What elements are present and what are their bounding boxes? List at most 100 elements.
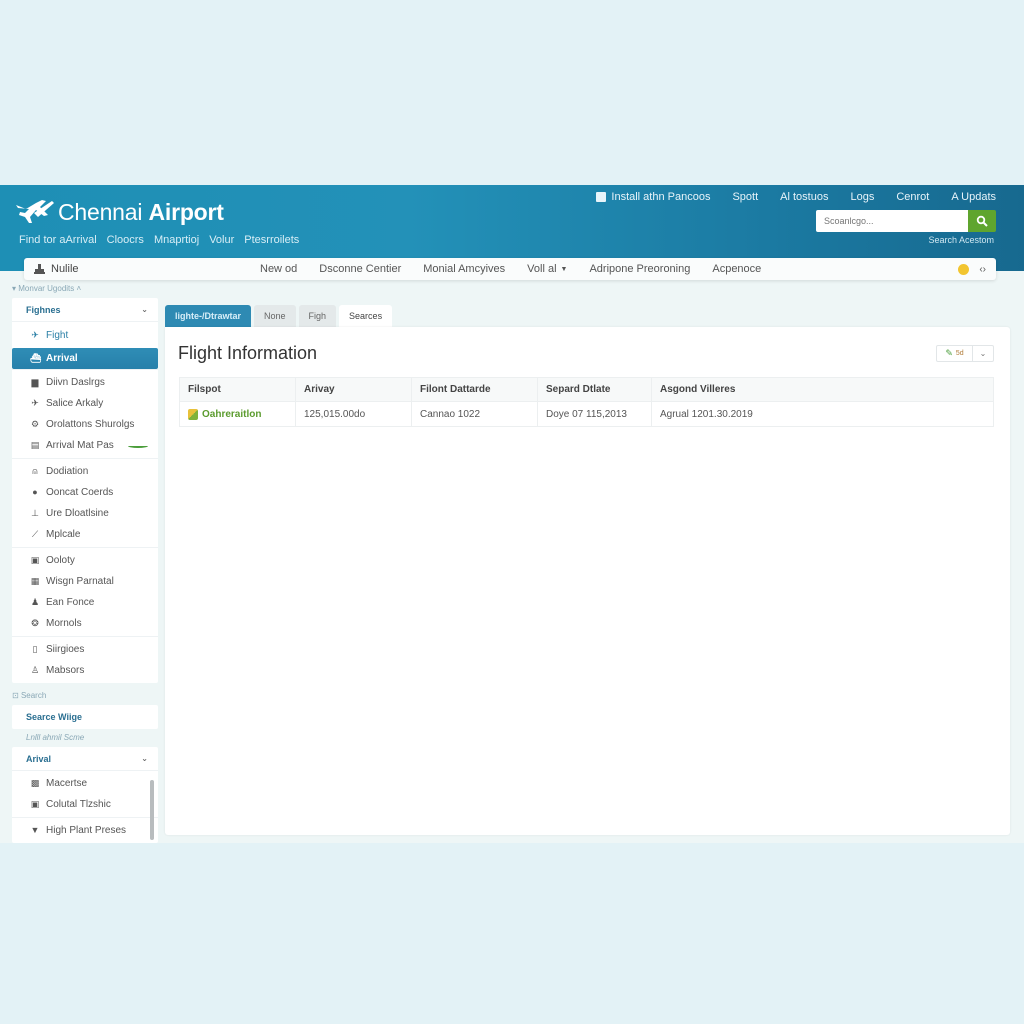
sidebar-scrollbar[interactable] [150, 780, 154, 840]
column-header[interactable]: Filspot [179, 377, 296, 402]
item-label: Siirgioes [46, 644, 85, 655]
logo[interactable]: Chennai Airport [12, 197, 224, 227]
sidebar-item-arrival[interactable]: ⛴ Arrival [12, 348, 158, 369]
table-cell: Cannao 1022 [411, 401, 538, 427]
people-icon: ♟ [30, 597, 40, 607]
topnav-updates[interactable]: A Updats [951, 191, 996, 203]
sidebar-group: ▯ Siirgioes ♙ Mabsors [12, 636, 158, 683]
column-header[interactable]: Separd Dtlate [537, 377, 652, 402]
bell-icon: ⍝ [32, 466, 38, 476]
install-icon [596, 192, 607, 202]
search-bar [816, 210, 996, 232]
globe-icon: ❂ [31, 618, 39, 628]
shield-icon [188, 408, 198, 420]
sidebar-item[interactable]: ▆ Diivn Daslrgs [12, 372, 158, 393]
table-header-row: Filspot Arivay Filont Dattarde Separd Dt… [179, 377, 994, 402]
sidebar-item[interactable]: ▣ Colutal Tlzshic [12, 794, 158, 815]
sidebar-item[interactable]: ▦ Wisgn Parnatal [12, 571, 158, 592]
arrival-dropdown[interactable]: Arival ⌄ [12, 747, 158, 771]
navbar-home[interactable]: Nulile [34, 263, 79, 275]
navbar-dropdown[interactable]: Voll al ▼ [527, 263, 567, 275]
dropdown-label: Fighnes [26, 304, 61, 315]
search-advanced-link[interactable]: Search Acestom [928, 235, 994, 245]
sidebar-item[interactable]: ▣ Ooloty [12, 550, 158, 571]
arrival-icon: ⛴ [30, 353, 42, 363]
sidebar-item[interactable]: ⚙ Orolattons Shurolgs [12, 414, 158, 435]
sidebar-section-label[interactable]: ⊡ Search [0, 687, 160, 705]
flight-icon: ✈ [31, 329, 39, 340]
sidebar-section-label[interactable]: ▾ Monvar Ugodits ˄ [0, 280, 160, 298]
sidebar-item[interactable]: ♙ Mabsors [12, 660, 158, 681]
sidebar-item[interactable]: ⊥ Ure Dloatlsine [12, 503, 158, 524]
search-widget-button[interactable]: Searce Wiige [12, 705, 158, 729]
sidebar-group: ⍝ Dodiation ● Ooncat Coerds ⊥ Ure Dloatlsin… [12, 458, 158, 547]
edit-icon: ✎ [945, 348, 953, 358]
sidebar-item[interactable]: ✈ Salice Arkaly [12, 393, 158, 414]
user-icon [34, 264, 45, 274]
search-input[interactable] [816, 210, 968, 232]
image-icon: ▣ [30, 555, 40, 565]
brand-name: Chennai Airport [58, 198, 224, 225]
map-icon: ▤ [30, 440, 40, 450]
tab-flights-dtrawtar[interactable]: lighte-/Dtrawtar [165, 305, 252, 327]
subnav-item[interactable]: Find tor aArrival [19, 234, 97, 246]
table-cell: Agrual 1201.30.2019 [651, 401, 994, 427]
sub-navigation: Find tor aArrival Cloocrs Mnaprtioj Volu… [19, 234, 299, 246]
topnav-label: Install athn Pancoos [611, 191, 711, 203]
sidebar-item[interactable]: ● Ooncat Coerds [12, 482, 158, 503]
navbar-item[interactable]: Adripone Preoroning [589, 263, 690, 275]
column-header[interactable]: Arivay [295, 377, 412, 402]
chevron-down-icon: ⌄ [141, 754, 148, 763]
filter-icon: ▼ [30, 825, 40, 835]
code-icon[interactable]: ‹› [979, 264, 986, 275]
topnav-item[interactable]: Cenrot [896, 191, 929, 203]
section-label-text: Search [20, 691, 47, 700]
topnav-item[interactable]: Spott [732, 191, 758, 203]
sidebar-item[interactable]: ⍝ Dodiation [12, 461, 158, 482]
sidebar-item-flight[interactable]: ✈ Fight [12, 322, 158, 348]
widget-label: Searce Wiige [26, 712, 82, 722]
smiley-icon[interactable] [958, 263, 970, 275]
item-label: High Plant Preses [46, 825, 127, 836]
topnav-item[interactable]: Al tostuos [780, 191, 828, 203]
item-label: Diivn Daslrgs [46, 377, 105, 388]
navbar-item[interactable]: Acpenoce [712, 263, 761, 275]
sidebar-item[interactable]: ▤ Arrival Mat Pas [12, 435, 158, 456]
column-header[interactable]: Filont Dattarde [411, 377, 538, 402]
sidebar-group: ▆ Diivn Daslrgs ✈ Salice Arkaly ⚙ Orolatton… [12, 369, 158, 458]
tab-none[interactable]: None [254, 305, 296, 327]
upload-icon: ⊥ [31, 508, 39, 518]
column-header[interactable]: Asgond Villeres [651, 377, 994, 402]
item-label: Wisgn Parnatal [46, 576, 114, 587]
navbar-item[interactable]: Monial Amcyives [423, 263, 505, 275]
subnav-item[interactable]: Cloocrs [107, 234, 144, 246]
subnav-item[interactable]: Ptesrroilets [244, 234, 299, 246]
navbar-item[interactable]: Dsconne Centier [319, 263, 401, 275]
sidebar-item[interactable]: ▩ Macertse [12, 773, 158, 794]
sidebar-item[interactable]: ▼ High Plant Preses [12, 820, 158, 841]
sidebar-item[interactable]: ⟋ Mplcale [12, 524, 158, 545]
topnav-install[interactable]: Install athn Pancoos [596, 191, 710, 203]
item-label: Ure Dloatlsine [46, 508, 109, 519]
item-label: Fight [46, 329, 69, 341]
sidebar-panel-2: Arival ⌄ ▩ Macertse ▣ Colutal Tlzshic ▼ High… [12, 747, 158, 843]
section-label-text: Monvar Ugodits [18, 284, 75, 293]
tab-figh[interactable]: Figh [298, 305, 337, 327]
sidebar-item[interactable]: ▯ Siirgioes [12, 639, 158, 660]
navbar-item[interactable]: New od [260, 263, 297, 275]
grid-icon: ▩ [30, 778, 40, 788]
subnav-item[interactable]: Mnaprtioj [154, 234, 199, 246]
status-text: Oahreraitlon [202, 408, 262, 420]
subnav-item[interactable]: Volur [209, 234, 234, 246]
item-label: Salice Arkaly [46, 398, 104, 409]
flights-dropdown[interactable]: Fighnes ⌄ [12, 298, 158, 322]
more-dropdown-button[interactable]: ⌄ [973, 346, 993, 361]
book-icon: ▯ [32, 644, 38, 654]
sidebar-item[interactable]: ❂ Mornols [12, 613, 158, 634]
table-row[interactable]: Oahreraitlon 125,015.00do Cannao 1022 Do… [179, 401, 994, 427]
topnav-logs[interactable]: Logs [850, 191, 874, 203]
tab-searces[interactable]: Searces [339, 305, 393, 327]
sidebar-item[interactable]: ♟ Ean Fonce [12, 592, 158, 613]
edit-button[interactable]: ✎ 5d [937, 346, 973, 361]
search-button[interactable] [968, 210, 996, 232]
